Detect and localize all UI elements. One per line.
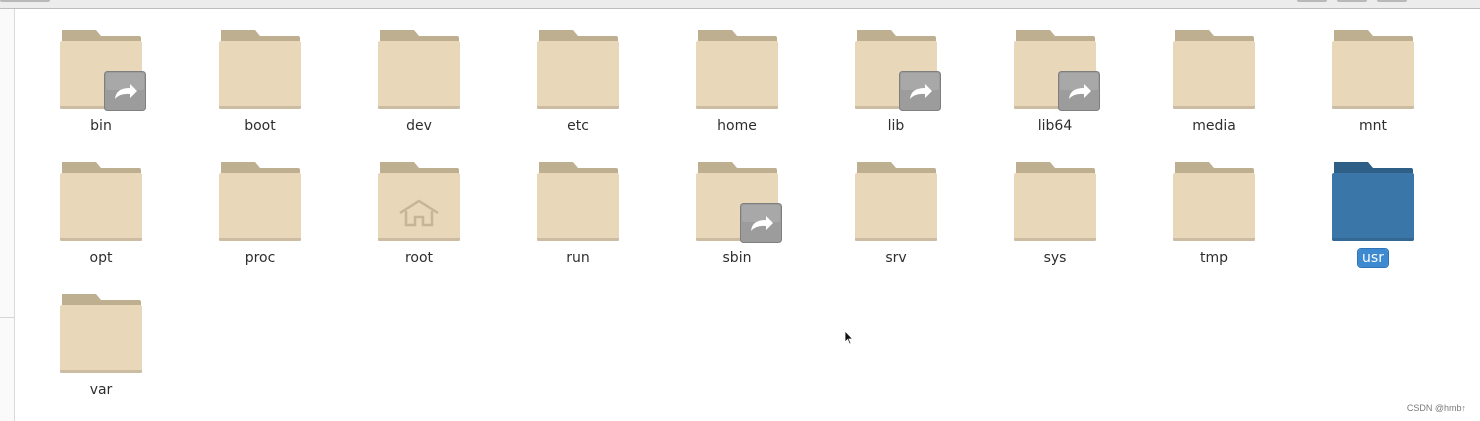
- toolbar-button[interactable]: [1297, 0, 1327, 2]
- symlink-arrow-icon: [899, 71, 941, 111]
- folder-name-label[interactable]: boot: [195, 117, 325, 135]
- sidebar-edge[interactable]: [0, 9, 15, 421]
- folder-item[interactable]: media: [1149, 8, 1279, 135]
- folder-name-label[interactable]: tmp: [1149, 249, 1279, 267]
- folder-item[interactable]: opt: [36, 140, 166, 267]
- folder-name-label[interactable]: proc: [195, 249, 325, 267]
- folder-icon[interactable]: [1013, 28, 1100, 111]
- folder-name-text: opt: [89, 250, 113, 266]
- folder-item[interactable]: root: [354, 140, 484, 267]
- folder-icon[interactable]: [59, 160, 143, 242]
- folder-name-text: root: [404, 250, 434, 266]
- folder-item[interactable]: sys: [990, 140, 1120, 267]
- folder-name-text: mnt: [1359, 118, 1387, 134]
- folder-name-text: media: [1192, 118, 1236, 134]
- folder-icon[interactable]: [1172, 160, 1256, 242]
- folder-item[interactable]: srv: [831, 140, 961, 267]
- watermark: CSDN @hmb↑: [1406, 403, 1466, 413]
- folder-name-label[interactable]: var: [36, 381, 166, 399]
- folder-icon[interactable]: [854, 160, 938, 242]
- folder-name-label[interactable]: sbin: [672, 249, 802, 267]
- folder-item[interactable]: sbin: [672, 140, 802, 267]
- folder-name-label[interactable]: dev: [354, 117, 484, 135]
- mouse-pointer-icon: [844, 330, 854, 345]
- folder-name-text: var: [89, 382, 113, 398]
- folder-icon[interactable]: [695, 160, 782, 243]
- folder-name-label[interactable]: root: [354, 249, 484, 267]
- folder-icon[interactable]: [1331, 28, 1415, 110]
- folder-name-text: usr: [1358, 249, 1388, 267]
- folder-item[interactable]: tmp: [1149, 140, 1279, 267]
- folder-name-label[interactable]: lib: [831, 117, 961, 135]
- folder-name-text: home: [717, 118, 757, 134]
- folder-item[interactable]: usr: [1308, 140, 1438, 267]
- toolbar-button[interactable]: [0, 0, 50, 2]
- folder-name-text: srv: [885, 250, 907, 266]
- folder-name-text: proc: [244, 250, 276, 266]
- folder-item[interactable]: lib: [831, 8, 961, 135]
- folder-name-label[interactable]: sys: [990, 249, 1120, 267]
- folder-name-label[interactable]: run: [513, 249, 643, 267]
- folder-name-label[interactable]: usr: [1308, 249, 1438, 267]
- folder-icon[interactable]: [1172, 28, 1256, 110]
- toolbar-button[interactable]: [1337, 0, 1367, 2]
- folder-name-text: sbin: [722, 250, 752, 266]
- folder-icon[interactable]: [218, 28, 302, 110]
- folder-icon[interactable]: [59, 28, 146, 111]
- symlink-arrow-icon: [1058, 71, 1100, 111]
- home-outline-icon: [398, 198, 440, 228]
- toolbar-button[interactable]: [1377, 0, 1407, 2]
- folder-icon[interactable]: [536, 160, 620, 242]
- folder-icon[interactable]: [1013, 160, 1097, 242]
- folder-name-text: boot: [244, 118, 276, 134]
- folder-name-text: dev: [406, 118, 432, 134]
- sidebar-divider: [0, 317, 14, 318]
- folder-icon[interactable]: [218, 160, 302, 242]
- folder-item[interactable]: boot: [195, 8, 325, 135]
- folder-name-text: tmp: [1199, 250, 1228, 266]
- folder-name-text: bin: [90, 118, 112, 134]
- folder-icon[interactable]: [377, 160, 461, 242]
- folder-icon[interactable]: [536, 28, 620, 110]
- folder-name-text: lib: [887, 118, 905, 134]
- symlink-arrow-icon: [740, 203, 782, 243]
- folder-item[interactable]: proc: [195, 140, 325, 267]
- folder-icon[interactable]: [377, 28, 461, 110]
- folder-icon[interactable]: [854, 28, 941, 111]
- folder-item[interactable]: mnt: [1308, 8, 1438, 135]
- folder-icon[interactable]: [695, 28, 779, 110]
- folder-icon[interactable]: [59, 292, 143, 374]
- folder-name-text: run: [566, 250, 590, 266]
- folder-item[interactable]: etc: [513, 8, 643, 135]
- folder-name-text: sys: [1043, 250, 1067, 266]
- folder-item[interactable]: lib64: [990, 8, 1120, 135]
- folder-item[interactable]: home: [672, 8, 802, 135]
- folder-item[interactable]: bin: [36, 8, 166, 135]
- folder-selected-icon[interactable]: [1331, 160, 1415, 242]
- folder-name-label[interactable]: bin: [36, 117, 166, 135]
- folder-item[interactable]: dev: [354, 8, 484, 135]
- symlink-arrow-icon: [104, 71, 146, 111]
- folder-item[interactable]: var: [36, 272, 166, 399]
- folder-name-label[interactable]: media: [1149, 117, 1279, 135]
- folder-name-label[interactable]: mnt: [1308, 117, 1438, 135]
- folder-name-label[interactable]: srv: [831, 249, 961, 267]
- folder-name-text: lib64: [1037, 118, 1073, 134]
- folder-name-text: etc: [567, 118, 589, 134]
- folder-name-label[interactable]: home: [672, 117, 802, 135]
- folder-name-label[interactable]: opt: [36, 249, 166, 267]
- folder-item[interactable]: run: [513, 140, 643, 267]
- folder-name-label[interactable]: lib64: [990, 117, 1120, 135]
- folder-name-label[interactable]: etc: [513, 117, 643, 135]
